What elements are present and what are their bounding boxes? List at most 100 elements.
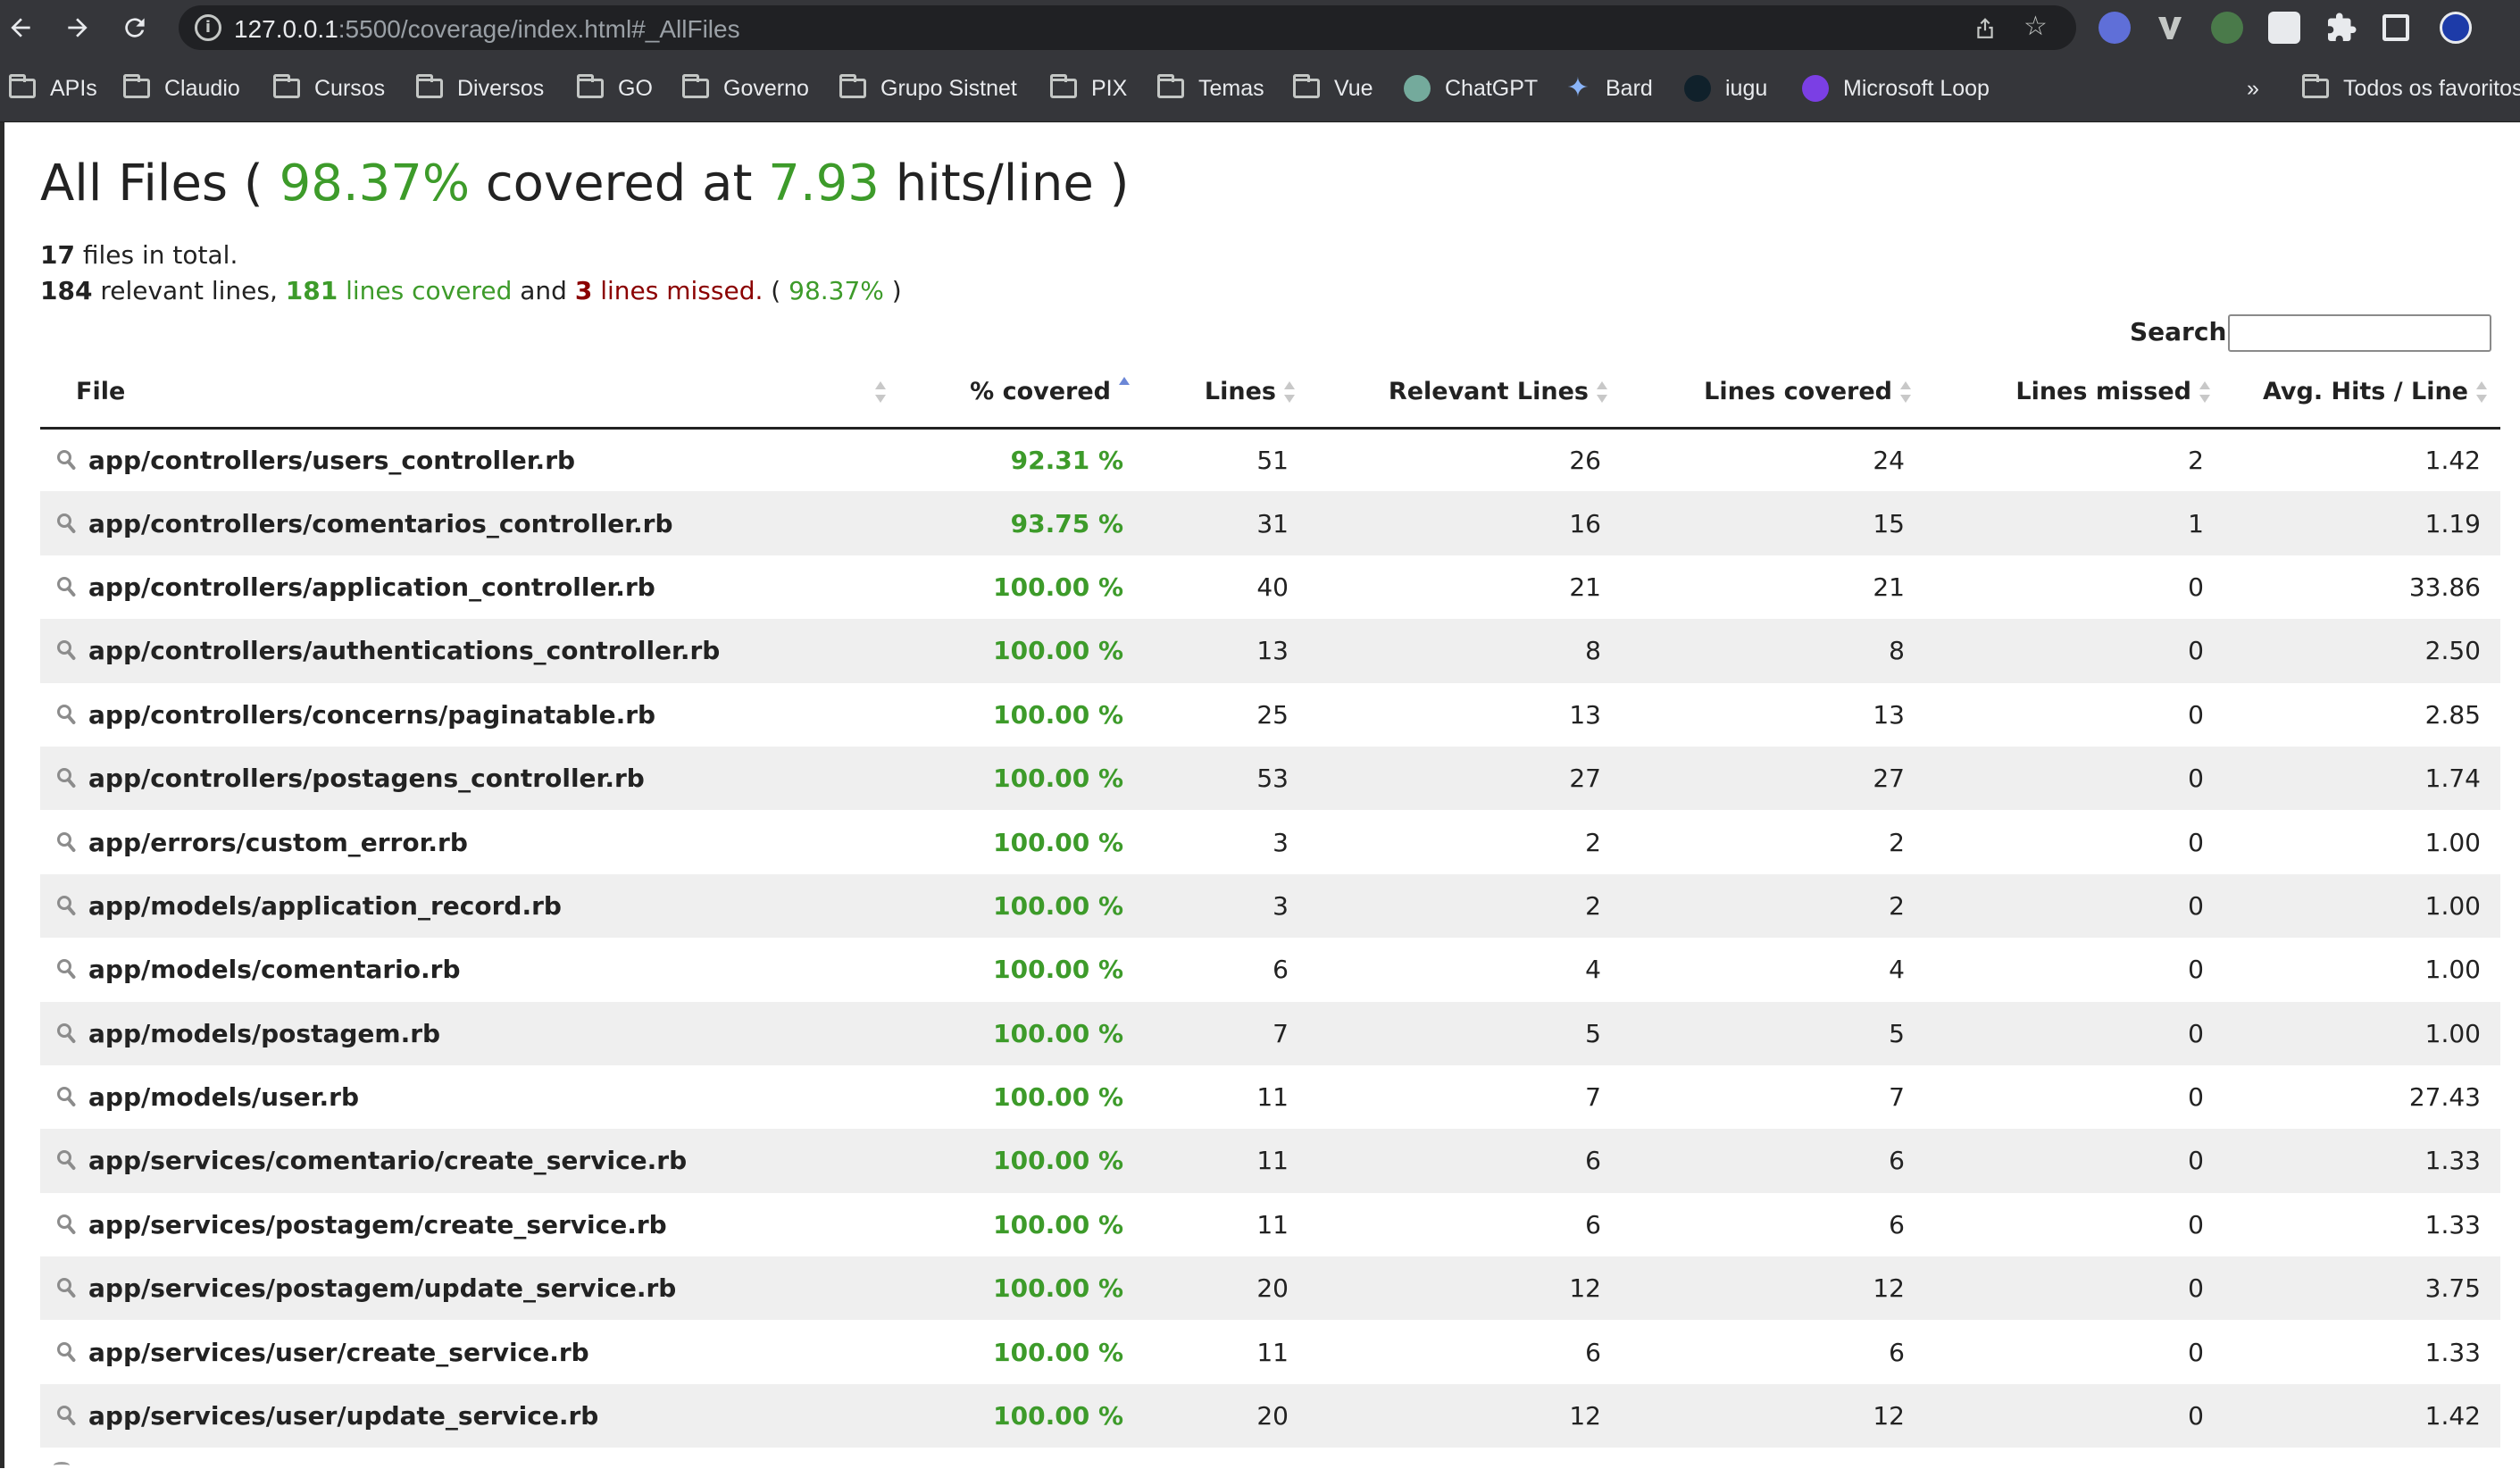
- file-name-cell[interactable]: app/controllers/authentications_controll…: [40, 619, 897, 683]
- file-name-cell[interactable]: app/controllers/concerns/paginatable.rb: [40, 683, 897, 747]
- all-bookmarks-folder[interactable]: Todos os favoritos: [2302, 73, 2520, 104]
- file-link[interactable]: app/services/user/create_service.rb: [88, 1338, 589, 1367]
- magnifier-icon[interactable]: [56, 1212, 76, 1234]
- magnifier-icon[interactable]: [56, 830, 76, 852]
- notion-icon[interactable]: [2268, 12, 2300, 44]
- file-name-cell[interactable]: app/models/user.rb: [40, 1065, 897, 1129]
- table-row[interactable]: app/controllers/users_controller.rb 92.31…: [40, 428, 2500, 491]
- file-name-cell[interactable]: app/controllers/application_controller.r…: [40, 555, 897, 619]
- magnifier-icon[interactable]: [56, 893, 76, 915]
- file-name-cell[interactable]: app/services/postagem/create_service.rb: [40, 1193, 897, 1256]
- bookmark-star-icon[interactable]: ☆: [2024, 13, 2048, 40]
- file-name-cell[interactable]: app/errors/custom_error.rb: [40, 810, 897, 873]
- file-link[interactable]: app/services/postagem/update_service.rb: [88, 1273, 676, 1303]
- file-link[interactable]: app/services/user/update_service.rb: [88, 1401, 598, 1431]
- magnifier-icon[interactable]: [56, 1148, 76, 1171]
- file-link[interactable]: app/models/comentario.rb: [88, 955, 461, 984]
- column-header-lines-missed[interactable]: Lines missed: [1924, 356, 2224, 430]
- share-icon[interactable]: [1973, 16, 1997, 39]
- table-row[interactable]: app/errors/custom_error.rb 100.00 % 3 2 2 0 1.…: [40, 810, 2500, 873]
- extension-icon-1[interactable]: [2099, 12, 2131, 44]
- site-info-icon[interactable]: i: [195, 14, 221, 41]
- file-link[interactable]: app/services/comentario/create_service.r…: [88, 1146, 687, 1175]
- magnifier-icon[interactable]: [56, 765, 76, 789]
- file-name-cell[interactable]: app/models/postagem.rb: [40, 1001, 897, 1065]
- table-row[interactable]: app/services/user/create_service.rb 100.0…: [40, 1320, 2500, 1383]
- bookmark-folder[interactable]: Cursos: [273, 73, 385, 104]
- bookmark-bard[interactable]: ✦ Bard: [1565, 73, 1652, 104]
- extension-icon-3[interactable]: [2211, 12, 2243, 44]
- bookmark-folder[interactable]: Claudio: [123, 73, 240, 104]
- table-row[interactable]: app/controllers/authentications_controll…: [40, 619, 2500, 683]
- file-link[interactable]: app/controllers/comentarios_controller.r…: [88, 509, 673, 538]
- search-input[interactable]: [2228, 314, 2491, 352]
- column-header-file[interactable]: File: [40, 356, 897, 430]
- bookmarks-overflow-button[interactable]: »: [2247, 73, 2259, 104]
- magnifier-icon[interactable]: [56, 447, 76, 470]
- reload-icon[interactable]: [118, 11, 152, 45]
- file-link[interactable]: app/models/user.rb: [88, 1082, 359, 1112]
- file-link[interactable]: app/models/application_record.rb: [88, 891, 562, 921]
- file-link[interactable]: app/controllers/concerns/paginatable.rb: [88, 700, 655, 730]
- table-row[interactable]: app/services/postagem/update_service.rb 1…: [40, 1256, 2500, 1321]
- bookmark-folder[interactable]: Temas: [1157, 73, 1264, 104]
- table-row[interactable]: app/models/comentario.rb 100.00 % 6 4 4 0 1.00: [40, 938, 2500, 1001]
- magnifier-icon[interactable]: [56, 1340, 76, 1362]
- file-link[interactable]: app/controllers/application_controller.r…: [88, 572, 655, 602]
- file-name-cell[interactable]: app/controllers/postagens_controller.rb: [40, 746, 897, 811]
- back-arrow-icon[interactable]: [4, 11, 38, 45]
- column-header-lines[interactable]: Lines: [1143, 356, 1308, 430]
- column-header-covered[interactable]: % covered: [897, 356, 1143, 430]
- url-text[interactable]: 127.0.0.1:5500/coverage/index.html#_AllF…: [234, 15, 740, 44]
- bookmark-chatgpt[interactable]: ChatGPT: [1404, 73, 1538, 104]
- puzzle-extensions-icon[interactable]: [2325, 12, 2357, 44]
- file-link[interactable]: app/services/postagem/create_service.rb: [88, 1210, 667, 1239]
- file-link[interactable]: app/models/postagem.rb: [88, 1019, 440, 1048]
- magnifier-icon[interactable]: [56, 638, 76, 661]
- table-row[interactable]: app/services/comentario/create_service.r…: [40, 1129, 2500, 1193]
- magnifier-icon[interactable]: [56, 956, 76, 980]
- column-header-lines-covered[interactable]: Lines covered: [1621, 356, 1924, 430]
- file-name-cell[interactable]: app/controllers/comentarios_controller.r…: [40, 491, 897, 555]
- column-header-relevant-lines[interactable]: Relevant Lines: [1308, 356, 1621, 430]
- magnifier-icon[interactable]: [56, 511, 76, 533]
- magnifier-icon[interactable]: [56, 1275, 76, 1298]
- bookmark-folder[interactable]: APIs: [9, 73, 97, 104]
- forward-arrow-icon[interactable]: [61, 11, 95, 45]
- file-link[interactable]: app/errors/custom_error.rb: [88, 828, 468, 857]
- file-name-cell[interactable]: app/services/user/create_service.rb: [40, 1320, 897, 1383]
- bookmark-iugu[interactable]: iugu: [1684, 73, 1767, 104]
- table-row[interactable]: app/controllers/comentarios_controller.r…: [40, 491, 2500, 555]
- magnifier-icon[interactable]: [56, 1021, 76, 1043]
- file-name-cell[interactable]: app/services/postagem/update_service.rb: [40, 1256, 897, 1321]
- bookmark-folder[interactable]: Grupo Sistnet: [839, 73, 1017, 104]
- table-row[interactable]: app/models/postagem.rb 100.00 % 7 5 5 0 1.00: [40, 1001, 2500, 1065]
- table-row[interactable]: app/controllers/concerns/paginatable.rb 1…: [40, 683, 2500, 747]
- table-row[interactable]: app/services/postagem/create_service.rb 1…: [40, 1193, 2500, 1256]
- magnifier-icon[interactable]: [56, 1403, 76, 1426]
- file-name-cell[interactable]: app/services/user/update_service.rb: [40, 1383, 897, 1448]
- address-bar[interactable]: i 127.0.0.1:5500/coverage/index.html#_Al…: [179, 5, 2076, 50]
- table-row[interactable]: app/controllers/postagens_controller.rb 1…: [40, 746, 2500, 811]
- magnifier-icon[interactable]: [56, 574, 76, 597]
- magnifier-icon[interactable]: [56, 702, 76, 724]
- bookmark-folder[interactable]: PIX: [1050, 73, 1127, 104]
- file-link[interactable]: app/controllers/users_controller.rb: [88, 446, 575, 475]
- extension-v-icon[interactable]: [2154, 12, 2186, 44]
- bookmark-microsoft-loop[interactable]: Microsoft Loop: [1802, 73, 1990, 104]
- table-row[interactable]: app/services/user/update_service.rb 100.0…: [40, 1383, 2500, 1448]
- file-link[interactable]: app/controllers/authentications_controll…: [88, 636, 720, 665]
- side-panel-icon[interactable]: [2382, 14, 2409, 41]
- profile-avatar[interactable]: [2440, 12, 2472, 44]
- file-name-cell[interactable]: app/services/comentario/create_service.r…: [40, 1129, 897, 1193]
- file-name-cell[interactable]: app/models/comentario.rb: [40, 938, 897, 1001]
- bookmark-folder[interactable]: GO: [577, 73, 653, 104]
- bookmark-folder[interactable]: Diversos: [416, 73, 544, 104]
- bookmark-folder[interactable]: Governo: [682, 73, 809, 104]
- table-row[interactable]: app/models/user.rb 100.00 % 11 7 7 0 27.43: [40, 1065, 2500, 1129]
- column-header-avg-hits[interactable]: Avg. Hits / Line: [2224, 356, 2500, 430]
- file-name-cell[interactable]: app/controllers/users_controller.rb: [40, 428, 897, 491]
- file-name-cell[interactable]: app/models/application_record.rb: [40, 873, 897, 939]
- magnifier-icon[interactable]: [56, 1084, 76, 1107]
- table-row[interactable]: app/models/application_record.rb 100.00 %…: [40, 873, 2500, 939]
